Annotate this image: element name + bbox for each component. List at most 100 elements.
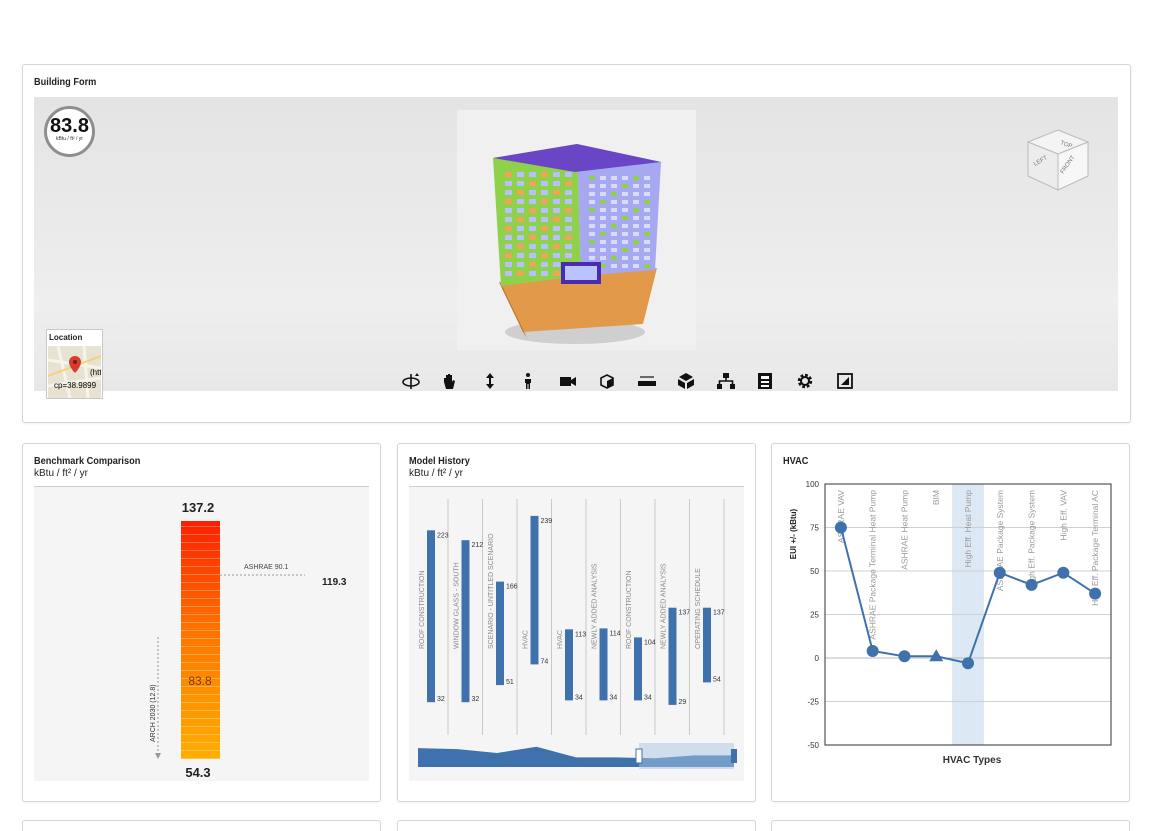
- history-bar[interactable]: [703, 607, 711, 683]
- benchmark-title: Benchmark Comparison: [34, 456, 141, 467]
- history-high-label: 239: [541, 518, 553, 525]
- history-high-label: 137: [679, 610, 691, 617]
- model-history-chart[interactable]: ROOF CONSTRUCTION 223 32 WINDOW GLASS - SOU…: [409, 487, 744, 781]
- history-category-label: NEWLY ADDED ANALYSIS: [592, 563, 599, 649]
- history-bar[interactable]: [496, 581, 504, 686]
- history-low-label: 54: [713, 676, 721, 683]
- history-high-label: 104: [644, 639, 656, 646]
- location-card[interactable]: Location (htt cp=38.9899: [46, 329, 103, 399]
- location-coordinates: cp=38.9899: [54, 381, 97, 390]
- hvac-chart[interactable]: 100 75 50 25 0 -25 -50 ASHRAE VAV ASHRAE Package…: [772, 476, 1129, 801]
- benchmark-current-label: 83.8: [188, 674, 212, 688]
- camera-icon[interactable]: [558, 371, 578, 391]
- history-category-label: ROOF CONSTRUCTION: [626, 570, 633, 649]
- viewer-toolbar: [401, 371, 863, 391]
- history-category-label: ROOF CONSTRUCTION: [419, 570, 426, 649]
- history-high-label: 166: [506, 584, 518, 591]
- benchmark-unit: kBtu / ft² / yr: [34, 468, 88, 479]
- hvac-data-point[interactable]: [866, 645, 879, 658]
- history-high-label: 137: [713, 610, 725, 617]
- ashrae-label: ASHRAE 90.1: [244, 564, 288, 571]
- viewcube[interactable]: TOP LEFT FRONT: [1026, 126, 1090, 203]
- history-bar[interactable]: [461, 540, 470, 703]
- history-low-label: 34: [644, 694, 652, 701]
- hvac-data-point[interactable]: [1089, 587, 1102, 600]
- location-map[interactable]: (htt cp=38.9899: [48, 346, 101, 398]
- measure-icon[interactable]: [637, 371, 657, 391]
- benchmark-chart[interactable]: 137.2 83.8 ASHRAE 90.1 119.3 ARCH 2030 (…: [34, 487, 369, 781]
- lower-panel: [22, 820, 381, 831]
- navigator-right-handle[interactable]: [731, 749, 737, 763]
- hvac-data-point[interactable]: [962, 657, 974, 670]
- building-form-title: Building Form: [34, 77, 97, 88]
- hvac-data-point[interactable]: [993, 566, 1006, 579]
- history-category-label: OPERATING SCHEDULE: [695, 568, 702, 649]
- history-high-label: 114: [610, 630, 621, 637]
- hvac-data-point[interactable]: [1025, 578, 1038, 591]
- history-low-label: 34: [610, 694, 618, 701]
- pan-icon[interactable]: [440, 371, 460, 391]
- history-low-label: 32: [472, 696, 480, 703]
- hvac-y-tick-label: -25: [807, 698, 819, 707]
- location-title: Location: [49, 333, 83, 342]
- history-bar[interactable]: [668, 607, 677, 705]
- eui-value: 83.8: [50, 115, 89, 137]
- hvac-y-tick-label: 50: [810, 567, 819, 576]
- building-form-panel: Building Form 83.8 kBtu / ft² / yr TOP L…: [22, 64, 1131, 423]
- history-low-label: 34: [575, 694, 583, 701]
- model-browser-icon[interactable]: [716, 371, 736, 391]
- hvac-data-point[interactable]: [1057, 566, 1070, 579]
- hvac-category-label: High Eff. Heat Pump: [963, 490, 973, 568]
- eui-badge: 83.8 kBtu / ft² / yr: [44, 106, 95, 157]
- hvac-data-point[interactable]: [929, 649, 944, 662]
- properties-icon[interactable]: [755, 371, 775, 391]
- walk-icon[interactable]: [518, 371, 538, 391]
- hvac-category-label: BIM: [931, 490, 941, 505]
- hvac-panel: HVAC 100 75 50 25 0 -25 -50 ASHRAE VAV ASHRAE Pa…: [771, 443, 1130, 802]
- fullscreen-icon[interactable]: [835, 371, 855, 391]
- history-low-label: 74: [541, 658, 549, 665]
- building-model[interactable]: [457, 110, 696, 350]
- orbit-icon[interactable]: [401, 371, 421, 391]
- 3d-viewer[interactable]: 83.8 kBtu / ft² / yr TOP LEFT FRONT Loca…: [34, 97, 1118, 399]
- history-bar[interactable]: [599, 628, 608, 701]
- history-high-label: 223: [437, 532, 449, 539]
- benchmark-panel: Benchmark Comparison kBtu / ft² / yr 137…: [22, 443, 381, 802]
- history-bar[interactable]: [634, 637, 642, 701]
- history-category-label: HVAC: [557, 630, 564, 649]
- benchmark-max-label: 137.2: [182, 500, 215, 515]
- hvac-data-point[interactable]: [898, 650, 911, 663]
- hvac-category-label: ASHRAE Heat Pump: [899, 490, 909, 570]
- history-bar[interactable]: [427, 530, 435, 703]
- hvac-title: HVAC: [783, 456, 809, 467]
- settings-icon[interactable]: [795, 371, 815, 391]
- hvac-category-label: ASHRAE VAV: [836, 490, 846, 543]
- arch2030-label: ARCH 2030 (12.8): [150, 684, 157, 742]
- hvac-y-tick-label: 75: [810, 524, 819, 533]
- section-icon[interactable]: [597, 371, 617, 391]
- lower-panel: [771, 820, 1130, 831]
- navigator-left-handle[interactable]: [635, 748, 643, 764]
- hvac-category-label: High Eff. Package System: [1027, 490, 1037, 589]
- hvac-y-tick-label: 100: [806, 480, 820, 489]
- hvac-y-tick-label: -50: [807, 741, 819, 750]
- model-history-unit: kBtu / ft² / yr: [409, 468, 463, 479]
- history-bar[interactable]: [565, 629, 573, 701]
- explode-icon[interactable]: [676, 371, 696, 391]
- hvac-category-label: ASHRAE Package Terminal Heat Pump: [868, 490, 878, 640]
- history-low-label: 29: [679, 699, 687, 706]
- history-category-label: WINDOW GLASS - SOUTH: [454, 562, 461, 649]
- benchmark-min-label: 54.3: [185, 765, 210, 780]
- hvac-y-tick-label: 0: [815, 654, 820, 663]
- hvac-y-axis-label: EUI +/- (kBtu): [789, 508, 798, 559]
- location-url: (htt: [90, 368, 101, 377]
- zoom-icon[interactable]: [480, 371, 500, 391]
- hvac-category-label: High Eff. VAV: [1058, 490, 1068, 541]
- history-navigator[interactable]: [418, 743, 737, 769]
- lower-panel: [397, 820, 756, 831]
- hvac-data-point[interactable]: [834, 521, 847, 534]
- history-low-label: 51: [506, 679, 514, 686]
- model-history-panel: Model History kBtu / ft² / yr ROOF CONST…: [397, 443, 756, 802]
- history-bar[interactable]: [530, 515, 539, 665]
- ashrae-value: 119.3: [322, 577, 347, 588]
